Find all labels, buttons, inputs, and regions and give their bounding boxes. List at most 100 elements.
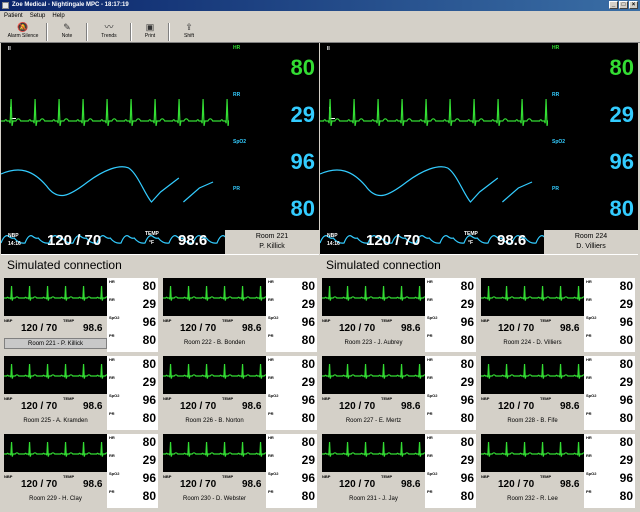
tile-spo2-label: SpO2 bbox=[427, 393, 438, 398]
patient-tile[interactable]: NBP TEMP 120 / 70 98.6 HR 80 RR 29 SpO2 96 PR 80 Roo… bbox=[478, 276, 637, 354]
tile-room-label[interactable]: Room 224 - D. Villiers bbox=[481, 338, 584, 349]
patient-tile[interactable]: NBP TEMP 120 / 70 98.6 HR 80 RR 29 SpO2 96 PR 80 Roo… bbox=[160, 354, 319, 432]
pr-label: PR bbox=[552, 186, 559, 192]
tile-pr-value: 80 bbox=[619, 411, 633, 425]
resp-trace bbox=[1, 166, 214, 203]
tile-nbp-label: NBP bbox=[322, 396, 331, 401]
monitor-panel[interactable]: II HR 80 RR 29 SpO2 96 PR 80 NBP 14:16 120 / 70 TEMP… bbox=[1, 43, 319, 254]
title-bar[interactable]: Zoe Medical - Nightingale MPC - 18:17:19… bbox=[0, 0, 640, 11]
tile-pr-label: PR bbox=[586, 411, 592, 416]
tile-temp-label: TEMP bbox=[381, 474, 393, 479]
tile-nbp-label: NBP bbox=[163, 396, 172, 401]
tile-rr-label: RR bbox=[268, 297, 274, 302]
tile-room-label[interactable]: Room 229 - H. Clay bbox=[4, 494, 107, 505]
room-number: Room 224 bbox=[574, 233, 608, 240]
tile-vitals: HR 80 RR 29 SpO2 96 PR 80 bbox=[584, 278, 635, 352]
tile-room-label[interactable]: Room 221 - P. Killick bbox=[4, 338, 107, 349]
menu-setup[interactable]: Setup bbox=[30, 13, 46, 19]
tile-spo2-value: 96 bbox=[619, 471, 633, 485]
tile-vitals: HR 80 RR 29 SpO2 96 PR 80 bbox=[107, 434, 158, 508]
tile-room-label[interactable]: Room 228 - B. Fife bbox=[481, 416, 584, 427]
tile-rr-value: 29 bbox=[460, 453, 474, 467]
shift-button[interactable]: ⇪ Shift bbox=[174, 22, 204, 42]
patient-tile[interactable]: NBP TEMP 120 / 70 98.6 HR 80 RR 29 SpO2 96 PR 80 Roo… bbox=[319, 432, 478, 510]
tile-rr-label: RR bbox=[427, 453, 433, 458]
spo2-value: 96 bbox=[609, 149, 634, 174]
tile-hr-value: 80 bbox=[301, 435, 315, 449]
tile-hr-label: HR bbox=[109, 435, 115, 440]
patient-tile[interactable]: NBP TEMP 120 / 70 98.6 HR 80 RR 29 SpO2 96 PR 80 Roo… bbox=[478, 354, 637, 432]
tile-spo2-label: SpO2 bbox=[586, 315, 597, 320]
tile-nbp-label: NBP bbox=[481, 318, 490, 323]
tile-vitals: HR 80 RR 29 SpO2 96 PR 80 bbox=[584, 434, 635, 508]
tile-ecg-trace bbox=[481, 441, 584, 457]
tile-room-label[interactable]: Room 232 - R. Lee bbox=[481, 494, 584, 505]
patient-tile[interactable]: NBP TEMP 120 / 70 98.6 HR 80 RR 29 SpO2 96 PR 80 Roo… bbox=[319, 354, 478, 432]
tile-temp-value: 98.6 bbox=[242, 479, 262, 490]
tile-room-label[interactable]: Room 230 - D. Webster bbox=[163, 494, 266, 505]
monitor-panel[interactable]: II HR 80 RR 29 SpO2 96 PR 80 NBP 14:16 120 / 70 TEMP… bbox=[320, 43, 638, 254]
tile-spo2-value: 96 bbox=[301, 471, 315, 485]
tile-spo2-value: 96 bbox=[460, 471, 474, 485]
tile-ecg bbox=[322, 285, 425, 301]
tile-rr-value: 29 bbox=[460, 297, 474, 311]
room-box[interactable]: Room 224 D. Villiers bbox=[544, 230, 638, 254]
minimize-button[interactable]: _ bbox=[609, 1, 618, 9]
tile-room-label[interactable]: Room 223 - J. Aubrey bbox=[322, 338, 425, 349]
maximize-button[interactable]: □ bbox=[619, 1, 628, 9]
rr-value: 29 bbox=[290, 102, 315, 127]
print-button[interactable]: ▣ Print bbox=[136, 22, 164, 42]
tile-room-label[interactable]: Room 227 - E. Mertz bbox=[322, 416, 425, 427]
ecg-trace bbox=[1, 98, 229, 126]
waveform-area: II bbox=[1, 43, 229, 254]
tile-rr-label: RR bbox=[586, 297, 592, 302]
alarm-silence-button[interactable]: 🔕 Alarm Silence bbox=[3, 22, 43, 42]
menu-patient[interactable]: Patient bbox=[4, 13, 23, 19]
tile-room-label[interactable]: Room 231 - J. Jay bbox=[322, 494, 425, 505]
tile-hr-value: 80 bbox=[460, 279, 474, 293]
tile-ecg-trace bbox=[163, 441, 266, 457]
tile-ecg-screen bbox=[163, 356, 266, 394]
tile-ecg-trace bbox=[481, 285, 584, 301]
tile-hr-value: 80 bbox=[619, 357, 633, 371]
tile-nbp-label: NBP bbox=[4, 318, 13, 323]
tile-pr-value: 80 bbox=[142, 333, 156, 347]
patient-tile[interactable]: NBP TEMP 120 / 70 98.6 HR 80 RR 29 SpO2 96 PR 80 Roo… bbox=[1, 432, 160, 510]
tile-spo2-label: SpO2 bbox=[427, 315, 438, 320]
room-box[interactable]: Room 221 P. Killick bbox=[225, 230, 319, 254]
tile-spo2-label: SpO2 bbox=[109, 471, 120, 476]
patient-tile[interactable]: NBP TEMP 120 / 70 98.6 HR 80 RR 29 SpO2 96 PR 80 Roo… bbox=[160, 432, 319, 510]
patient-tile[interactable]: NBP TEMP 120 / 70 98.6 HR 80 RR 29 SpO2 96 PR 80 Roo… bbox=[1, 354, 160, 432]
menu-help[interactable]: Help bbox=[52, 13, 64, 19]
tile-ecg bbox=[163, 441, 266, 457]
tile-nbp-label: NBP bbox=[163, 318, 172, 323]
tile-room-label[interactable]: Room 226 - B. Norton bbox=[163, 416, 266, 427]
trends-button[interactable]: 〰 Trends bbox=[92, 22, 126, 42]
tile-rr-label: RR bbox=[268, 375, 274, 380]
tile-ecg bbox=[481, 285, 584, 301]
app-icon bbox=[2, 2, 9, 9]
close-button[interactable]: × bbox=[629, 1, 638, 9]
tile-spo2-label: SpO2 bbox=[586, 393, 597, 398]
tile-temp-label: TEMP bbox=[63, 396, 75, 401]
note-button[interactable]: ✎ Note bbox=[52, 22, 82, 42]
tile-temp-label: TEMP bbox=[381, 396, 393, 401]
toolbar-separator bbox=[168, 23, 170, 41]
tile-vitals: HR 80 RR 29 SpO2 96 PR 80 bbox=[425, 278, 476, 352]
tile-pr-value: 80 bbox=[460, 489, 474, 503]
tile-pr-value: 80 bbox=[460, 411, 474, 425]
tile-hr-value: 80 bbox=[460, 357, 474, 371]
tile-hr-label: HR bbox=[586, 279, 592, 284]
tile-pr-value: 80 bbox=[619, 333, 633, 347]
patient-tile[interactable]: NBP TEMP 120 / 70 98.6 HR 80 RR 29 SpO2 96 PR 80 Roo… bbox=[319, 276, 478, 354]
tile-nbp-value: 120 / 70 bbox=[498, 479, 535, 490]
patient-tile[interactable]: NBP TEMP 120 / 70 98.6 HR 80 RR 29 SpO2 96 PR 80 Roo… bbox=[478, 432, 637, 510]
tile-spo2-value: 96 bbox=[301, 315, 315, 329]
tile-room-label[interactable]: Room 222 - B. Bonden bbox=[163, 338, 266, 349]
tile-room-label[interactable]: Room 225 - A. Kramden bbox=[4, 416, 107, 427]
tile-spo2-label: SpO2 bbox=[109, 393, 120, 398]
tile-rr-value: 29 bbox=[301, 375, 315, 389]
tile-temp-value: 98.6 bbox=[83, 323, 103, 334]
patient-tile[interactable]: NBP TEMP 120 / 70 98.6 HR 80 RR 29 SpO2 96 PR 80 Roo… bbox=[160, 276, 319, 354]
patient-tile[interactable]: NBP TEMP 120 / 70 98.6 HR 80 RR 29 SpO2 96 PR 80 Roo… bbox=[1, 276, 160, 354]
